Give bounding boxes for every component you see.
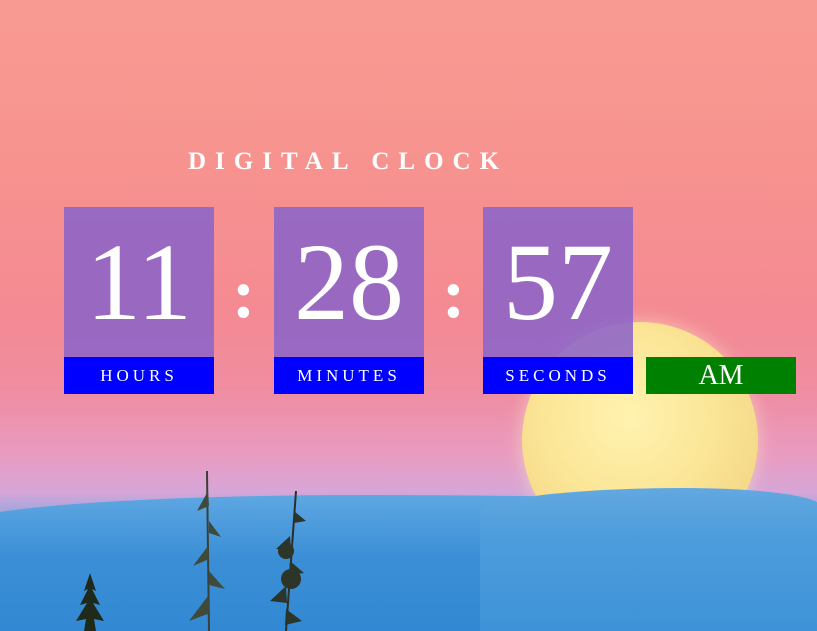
pine-tree-silhouette-icon <box>76 573 104 631</box>
pine-tree-silhouette-icon <box>189 471 225 631</box>
page-title: DIGITAL CLOCK <box>188 148 509 175</box>
separator: : <box>442 256 466 333</box>
minutes-label: MINUTES <box>274 357 424 394</box>
hours-label: HOURS <box>64 357 214 394</box>
seconds-label: SECONDS <box>483 357 633 394</box>
seconds-display: 57 <box>483 207 633 357</box>
am-pm-indicator: AM <box>646 357 796 394</box>
hours-display: 11 <box>64 207 214 357</box>
minutes-display: 28 <box>274 207 424 357</box>
pine-tree-silhouette-icon <box>270 491 306 631</box>
separator: : <box>232 256 256 333</box>
foreground-hill <box>480 488 817 631</box>
